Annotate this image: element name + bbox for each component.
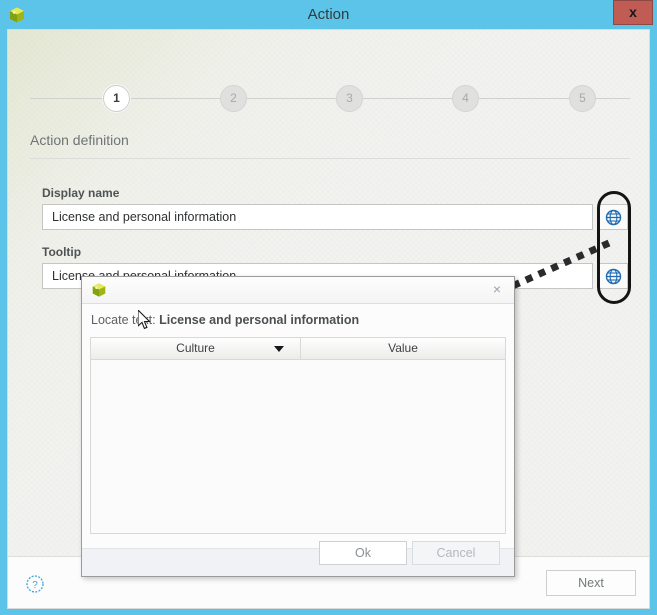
dialog-footer: Ok Cancel	[82, 541, 514, 576]
dialog-body: Locate text: License and personal inform…	[82, 304, 514, 548]
wizard-step-4[interactable]: 4	[452, 85, 479, 112]
action-wizard-window: Action x 1 2 3 4 5 Action definition Dis…	[0, 0, 657, 615]
chevron-down-icon	[274, 346, 284, 352]
ok-button[interactable]: Ok	[319, 541, 407, 565]
window-titlebar: Action x	[0, 0, 657, 29]
grid-column-culture-label: Culture	[176, 341, 215, 355]
grid-column-value[interactable]: Value	[301, 338, 505, 360]
display-name-culture-button[interactable]	[598, 204, 628, 230]
wizard-step-indicator: 1 2 3 4 5	[30, 85, 630, 113]
section-title: Action definition	[30, 132, 129, 148]
tooltip-label: Tooltip	[42, 245, 82, 259]
locate-text-value: License and personal information	[159, 313, 360, 327]
cube-icon	[91, 282, 107, 298]
cancel-button[interactable]: Cancel	[412, 541, 500, 565]
locate-text-dialog: × Locate text: License and personal info…	[81, 276, 515, 577]
window-title: Action	[307, 6, 350, 23]
wizard-step-3[interactable]: 3	[336, 85, 363, 112]
locate-text-prefix: Locate text:	[91, 313, 156, 327]
dialog-titlebar: ×	[82, 277, 514, 304]
dialog-close-icon[interactable]: ×	[486, 280, 508, 300]
locate-text-row: Locate text: License and personal inform…	[91, 313, 359, 327]
grid-header-row: Culture Value	[91, 338, 505, 360]
display-name-label: Display name	[42, 186, 120, 200]
next-button[interactable]: Next	[546, 570, 636, 596]
section-divider	[30, 158, 630, 159]
wizard-step-5[interactable]: 5	[569, 85, 596, 112]
culture-value-grid: Culture Value	[90, 337, 506, 534]
grid-rows-empty[interactable]	[91, 360, 505, 533]
display-name-input[interactable]	[42, 204, 593, 230]
wizard-step-2[interactable]: 2	[220, 85, 247, 112]
svg-text:?: ?	[32, 580, 38, 591]
tooltip-culture-button[interactable]	[598, 263, 628, 289]
grid-column-value-label: Value	[388, 341, 418, 355]
help-circle-icon[interactable]: ?	[25, 574, 45, 594]
close-icon[interactable]: x	[613, 0, 653, 25]
wizard-step-1[interactable]: 1	[103, 85, 130, 112]
grid-column-culture[interactable]: Culture	[91, 338, 301, 360]
